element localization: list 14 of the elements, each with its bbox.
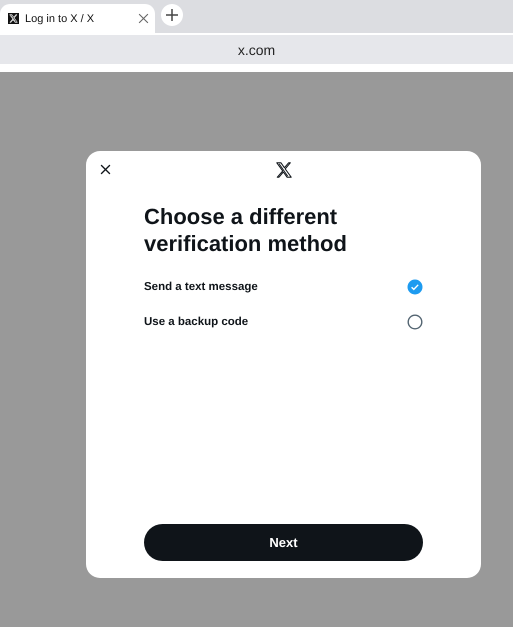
tab-title: Log in to X / X	[25, 12, 96, 24]
x-logo-icon	[276, 162, 292, 178]
dialog-heading: Choose a different verification method	[144, 203, 348, 257]
radio-button[interactable]	[407, 314, 423, 330]
browser-tab[interactable]: Log in to X / X	[0, 4, 155, 33]
option-label: Send a text message	[144, 280, 258, 292]
address-bar[interactable]: x.com	[0, 35, 513, 64]
new-tab-button[interactable]	[161, 4, 183, 26]
plus-icon	[166, 8, 178, 20]
radio-button[interactable]	[407, 278, 423, 294]
option-label: Use a backup code	[144, 316, 248, 328]
close-icon[interactable]	[100, 164, 111, 175]
next-button[interactable]: Next	[144, 524, 423, 561]
x-logo-icon	[8, 13, 19, 24]
